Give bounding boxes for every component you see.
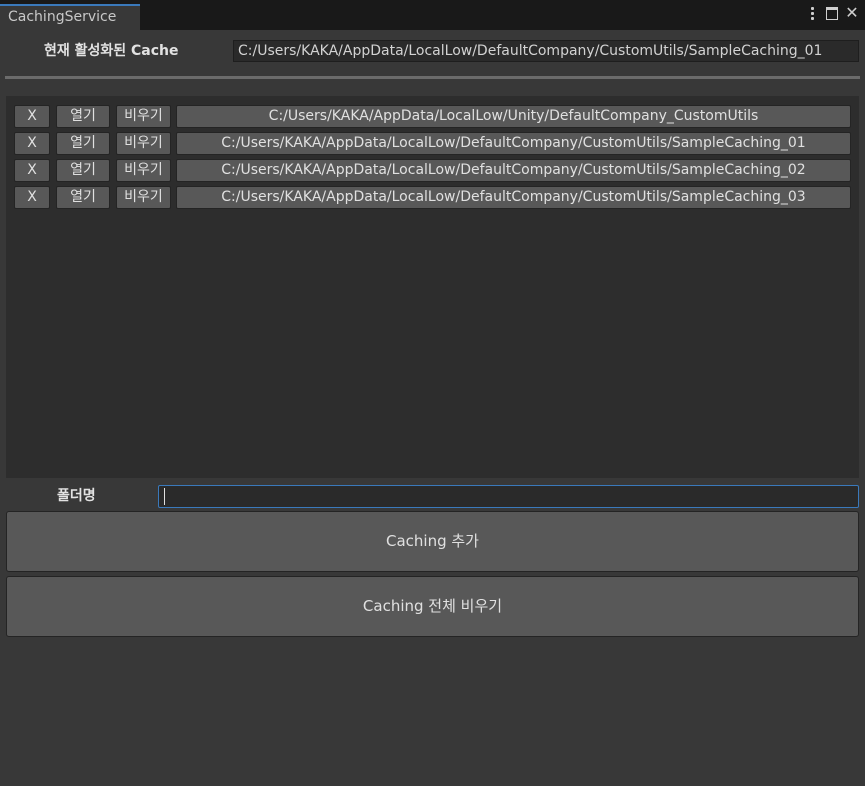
tab-caching-service[interactable]: CachingService bbox=[0, 4, 140, 30]
clear-cache-button[interactable]: 비우기 bbox=[116, 105, 171, 128]
maximize-icon[interactable] bbox=[825, 5, 839, 21]
remove-cache-button[interactable]: X bbox=[14, 105, 50, 128]
active-cache-label: 현재 활성화된 Cache bbox=[44, 43, 179, 59]
active-cache-path-field[interactable]: C:/Users/KAKA/AppData/LocalLow/DefaultCo… bbox=[233, 40, 859, 62]
cache-row: X 열기 비우기 C:/Users/KAKA/AppData/LocalLow/… bbox=[14, 186, 859, 209]
window-controls: ✕ bbox=[805, 5, 859, 21]
kebab-menu-icon[interactable] bbox=[805, 5, 819, 21]
cache-path-button[interactable]: C:/Users/KAKA/AppData/LocalLow/DefaultCo… bbox=[176, 186, 851, 209]
remove-cache-button[interactable]: X bbox=[14, 132, 50, 155]
cache-row: X 열기 비우기 C:/Users/KAKA/AppData/LocalLow/… bbox=[14, 132, 859, 155]
remove-cache-button[interactable]: X bbox=[14, 159, 50, 182]
clear-cache-button[interactable]: 비우기 bbox=[116, 186, 171, 209]
cache-path-button[interactable]: C:/Users/KAKA/AppData/LocalLow/DefaultCo… bbox=[176, 159, 851, 182]
folder-name-label: 폴더명 bbox=[57, 488, 96, 504]
open-cache-button[interactable]: 열기 bbox=[56, 186, 110, 209]
clear-cache-button[interactable]: 비우기 bbox=[116, 159, 171, 182]
cache-row: X 열기 비우기 C:/Users/KAKA/AppData/LocalLow/… bbox=[14, 159, 859, 182]
clear-cache-button[interactable]: 비우기 bbox=[116, 132, 171, 155]
open-cache-button[interactable]: 열기 bbox=[56, 132, 110, 155]
open-cache-button[interactable]: 열기 bbox=[56, 105, 110, 128]
tab-bar: CachingService ✕ bbox=[0, 0, 865, 30]
clear-all-caching-button[interactable]: Caching 전체 비우기 bbox=[6, 576, 859, 637]
divider bbox=[5, 76, 860, 79]
cache-path-button[interactable]: C:/Users/KAKA/AppData/LocalLow/DefaultCo… bbox=[176, 132, 851, 155]
cache-path-button[interactable]: C:/Users/KAKA/AppData/LocalLow/Unity/Def… bbox=[176, 105, 851, 128]
text-caret bbox=[164, 488, 165, 505]
caching-service-window: CachingService ✕ 현재 활성화된 Cache C:/Users/… bbox=[0, 0, 865, 786]
remove-cache-button[interactable]: X bbox=[14, 186, 50, 209]
cache-row: X 열기 비우기 C:/Users/KAKA/AppData/LocalLow/… bbox=[14, 105, 859, 128]
close-icon[interactable]: ✕ bbox=[845, 5, 859, 21]
open-cache-button[interactable]: 열기 bbox=[56, 159, 110, 182]
cache-list[interactable]: X 열기 비우기 C:/Users/KAKA/AppData/LocalLow/… bbox=[6, 96, 859, 478]
folder-name-input[interactable] bbox=[158, 485, 859, 508]
add-caching-button[interactable]: Caching 추가 bbox=[6, 511, 859, 572]
